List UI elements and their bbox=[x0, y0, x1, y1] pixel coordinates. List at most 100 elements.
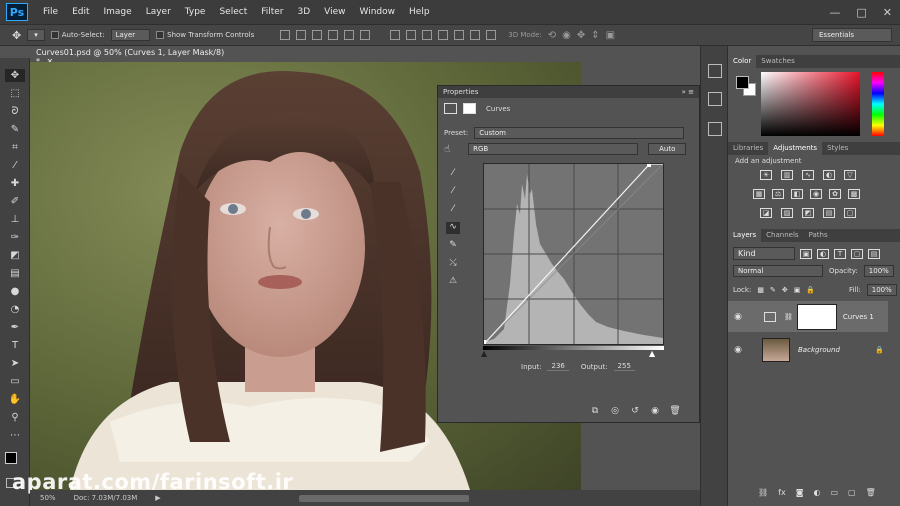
color-foreground-swatch[interactable] bbox=[736, 76, 749, 89]
gradient-tool-icon[interactable]: ▤ bbox=[8, 267, 22, 280]
3d-scale-icon[interactable]: ▣ bbox=[606, 30, 615, 41]
3d-slide-icon[interactable]: ⇕ bbox=[591, 30, 599, 41]
distribute-center-icon[interactable] bbox=[454, 30, 465, 40]
close-button[interactable]: ✕ bbox=[883, 6, 892, 19]
visibility-eye-icon[interactable]: ◉ bbox=[728, 345, 748, 355]
move-tool-icon[interactable]: ✥ bbox=[12, 29, 21, 42]
channel-dropdown[interactable]: RGB bbox=[468, 143, 639, 155]
document-tab[interactable]: Curves01.psd @ 50% (Curves 1, Layer Mask… bbox=[30, 46, 235, 66]
auto-align-icon[interactable] bbox=[486, 30, 497, 40]
menu-edit[interactable]: Edit bbox=[65, 0, 96, 24]
menu-filter[interactable]: Filter bbox=[254, 0, 290, 24]
selective-color-icon[interactable]: ▢ bbox=[844, 208, 856, 218]
3d-roll-icon[interactable]: ◉ bbox=[562, 30, 571, 41]
3d-drag-icon[interactable]: ✥ bbox=[577, 30, 585, 41]
hand-tool-icon[interactable]: ✋ bbox=[8, 393, 22, 406]
horizontal-scrollbar[interactable] bbox=[298, 494, 469, 502]
distribute-middle-icon[interactable] bbox=[406, 30, 417, 40]
workspace-dropdown[interactable]: Essentials bbox=[812, 28, 892, 42]
menu-image[interactable]: Image bbox=[97, 0, 139, 24]
crop-tool-icon[interactable]: ⌗ bbox=[8, 141, 22, 154]
curve-edit-icon[interactable]: ∿ bbox=[446, 222, 460, 234]
black-white-icon[interactable]: ◧ bbox=[791, 189, 803, 199]
new-layer-icon[interactable]: ▢ bbox=[848, 488, 856, 497]
chain-link-icon[interactable]: ⛓ bbox=[784, 313, 793, 321]
photo-filter-icon[interactable]: ◉ bbox=[810, 189, 822, 199]
fx-icon[interactable]: fx bbox=[778, 488, 786, 497]
menu-file[interactable]: File bbox=[36, 0, 65, 24]
tab-libraries[interactable]: Libraries bbox=[728, 142, 768, 155]
healing-brush-tool-icon[interactable]: ✚ bbox=[8, 177, 22, 190]
filter-smart-icon[interactable]: ▤ bbox=[868, 248, 880, 259]
color-balance-icon[interactable]: ⚖ bbox=[772, 189, 784, 199]
reset-icon[interactable]: ↺ bbox=[629, 406, 641, 416]
align-top-icon[interactable] bbox=[280, 30, 291, 40]
menu-select[interactable]: Select bbox=[212, 0, 254, 24]
type-tool-icon[interactable]: T bbox=[8, 339, 22, 352]
collapse-panel-icon[interactable]: » bbox=[682, 88, 686, 96]
threshold-icon[interactable]: ◩ bbox=[802, 208, 814, 218]
hue-slider[interactable] bbox=[872, 72, 884, 136]
tab-adjustments[interactable]: Adjustments bbox=[768, 142, 823, 155]
menu-view[interactable]: View bbox=[317, 0, 352, 24]
add-mask-icon[interactable]: ◙ bbox=[796, 488, 804, 497]
auto-select-checkbox[interactable]: Auto-Select: bbox=[50, 31, 105, 39]
lock-all-icon[interactable]: 🔒 bbox=[806, 286, 815, 294]
targeted-adjustment-icon[interactable]: ☝ bbox=[444, 144, 450, 155]
tab-layers[interactable]: Layers bbox=[728, 229, 762, 242]
brightness-contrast-icon[interactable]: ☀ bbox=[760, 170, 772, 180]
new-adjustment-icon[interactable]: ◐ bbox=[813, 488, 820, 497]
show-transform-checkbox[interactable]: Show Transform Controls bbox=[156, 31, 254, 39]
menu-layer[interactable]: Layer bbox=[139, 0, 178, 24]
dodge-tool-icon[interactable]: ◔ bbox=[8, 303, 22, 316]
tab-color[interactable]: Color bbox=[728, 55, 757, 68]
input-value[interactable]: 236 bbox=[547, 362, 569, 371]
kind-filter-dropdown[interactable]: Kind bbox=[733, 247, 795, 260]
eyedropper-black-icon[interactable]: ⁄ bbox=[446, 168, 460, 180]
link-layers-icon[interactable]: ⛓ bbox=[758, 488, 768, 497]
layer-mask-icon[interactable] bbox=[463, 103, 476, 114]
status-arrow-icon[interactable]: ▶ bbox=[155, 494, 160, 502]
curves-adjustment-icon[interactable] bbox=[444, 103, 457, 114]
levels-icon[interactable]: ▥ bbox=[781, 170, 793, 180]
curves-graph[interactable] bbox=[482, 163, 664, 345]
smooth-curve-icon[interactable]: ⤯ bbox=[446, 258, 460, 270]
black-point-slider[interactable]: ▲ bbox=[481, 349, 487, 358]
align-bottom-icon[interactable] bbox=[312, 30, 323, 40]
history-panel-icon[interactable] bbox=[708, 64, 722, 78]
lock-position-icon[interactable]: ✥ bbox=[782, 286, 788, 294]
properties-panel-icon[interactable] bbox=[708, 92, 722, 106]
menu-help[interactable]: Help bbox=[402, 0, 437, 24]
lock-artboard-icon[interactable]: ▣ bbox=[794, 286, 801, 294]
layer-mask-thumbnail[interactable] bbox=[796, 303, 837, 330]
lock-transparent-icon[interactable]: ▩ bbox=[757, 286, 764, 294]
quick-select-tool-icon[interactable]: ✎ bbox=[8, 123, 22, 136]
view-previous-state-icon[interactable]: ◎ bbox=[609, 406, 621, 416]
eyedropper-gray-icon[interactable]: ⁄ bbox=[446, 186, 460, 198]
maximize-button[interactable]: □ bbox=[856, 6, 866, 19]
hue-saturation-icon[interactable]: ▦ bbox=[753, 189, 765, 199]
curves-icon[interactable]: ∿ bbox=[802, 170, 814, 180]
tool-preset-dropdown[interactable]: ▾ bbox=[27, 29, 45, 41]
align-right-icon[interactable] bbox=[360, 30, 371, 40]
posterize-icon[interactable]: ▨ bbox=[781, 208, 793, 218]
tab-channels[interactable]: Channels bbox=[761, 229, 803, 242]
3d-rotate-icon[interactable]: ⟲ bbox=[548, 30, 556, 41]
distribute-top-icon[interactable] bbox=[390, 30, 401, 40]
more-tools-icon[interactable]: ⋯ bbox=[8, 429, 22, 442]
shape-tool-icon[interactable]: ▭ bbox=[8, 375, 22, 388]
eraser-tool-icon[interactable]: ◩ bbox=[8, 249, 22, 262]
blend-mode-dropdown[interactable]: Normal bbox=[733, 265, 823, 277]
panel-menu-icon[interactable]: ≡ bbox=[688, 88, 694, 96]
filter-shape-icon[interactable]: ▢ bbox=[851, 248, 863, 259]
visibility-icon[interactable]: ◉ bbox=[649, 406, 661, 416]
preset-dropdown[interactable]: Custom bbox=[474, 127, 685, 139]
foreground-color-swatch[interactable] bbox=[5, 452, 17, 464]
visibility-eye-icon[interactable]: ◉ bbox=[728, 312, 748, 322]
color-lookup-icon[interactable]: ▩ bbox=[848, 189, 860, 199]
exposure-icon[interactable]: ◐ bbox=[823, 170, 835, 180]
layer-row-curves[interactable]: ◉ ⛓ Curves 1 bbox=[728, 301, 888, 332]
history-brush-tool-icon[interactable]: ✑ bbox=[8, 231, 22, 244]
eyedropper-white-icon[interactable]: ⁄ bbox=[446, 204, 460, 216]
menu-window[interactable]: Window bbox=[353, 0, 403, 24]
